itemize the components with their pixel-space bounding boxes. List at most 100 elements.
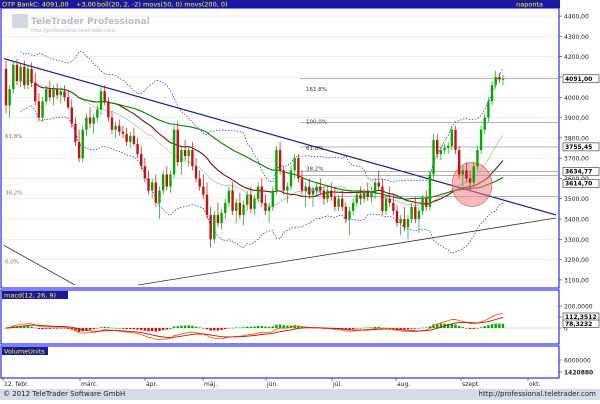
down-candle [414,206,417,220]
header-quote: C: 4091,00 [33,1,69,9]
down-candle [110,117,114,130]
down-candle [70,107,73,124]
macd-histogram-bar [253,326,256,328]
macd-histogram-bar [224,328,227,330]
macd-histogram-bar [392,328,395,329]
up-candle [85,117,88,130]
macd-histogram-bar [468,328,472,329]
volume-title: VolumeUnits [4,348,45,356]
macd-histogram-bar [227,327,231,329]
macd-histogram-bar [410,328,413,329]
macd-histogram-bar [187,325,190,328]
macd-histogram-bar [454,324,457,328]
macd-histogram-bar [351,328,355,330]
up-candle [187,150,190,157]
up-candle [220,212,223,224]
up-candle [432,139,435,175]
macd-histogram-bar [362,327,366,329]
down-candle [183,150,187,157]
down-candle [366,190,369,197]
up-candle [253,198,256,209]
up-candle [501,78,505,80]
macd-histogram-bar [231,327,234,329]
down-candle [125,133,128,142]
macd-histogram-bar [472,328,475,329]
macd-histogram-bar [88,328,92,330]
up-candle [476,150,479,167]
price-tick-label: 3900,00 [564,115,589,122]
macd-histogram-bar [198,327,201,328]
price-marker-label: 3614,70 [565,181,592,188]
macd-histogram-bar [180,325,183,328]
x-tick-label: ápr. [146,381,157,388]
up-candle [373,182,377,193]
macd-histogram-bar [103,326,106,328]
macd-axis: 200,0000100,00000112,351278,3232 [559,304,600,333]
down-candle [30,68,33,84]
macd-histogram-bar [172,326,176,328]
volume-axis: 6000000 1420880 [559,358,593,377]
down-candle [344,206,348,220]
macd-tick-label: 200,0000 [564,304,593,311]
up-candle [8,89,11,106]
down-candle [498,76,501,80]
up-candle [494,76,497,86]
up-candle [355,194,359,203]
macd-histogram-bar [425,327,428,328]
down-candle [278,150,282,171]
down-candle [341,198,344,207]
macd-histogram-bar [256,325,260,328]
footer: © 2012 TeleTrader Software GmbH http://p… [0,389,600,400]
macd-histogram-bar [136,328,139,330]
fib-label: 100,0% [306,120,327,126]
up-candle [242,204,245,215]
macd-histogram-bar [55,328,59,329]
macd-histogram-bar [129,328,132,330]
macd-histogram-bar [37,328,41,329]
left-fib-label: 38,2% [5,191,22,197]
down-candle [140,154,143,167]
macd-histogram-bar [278,324,282,328]
macd-histogram-bar [414,328,417,329]
up-candle [26,68,30,86]
up-candle [450,129,454,146]
macd-histogram-bar [483,326,486,328]
down-candle [436,139,439,155]
down-candle [249,194,253,209]
price-tick-label: 3500,00 [564,196,589,203]
macd-histogram-bar [125,328,128,330]
macd-histogram-bar [494,323,497,328]
macd-histogram-bar [59,328,63,329]
down-candle [330,190,333,197]
down-candle [465,170,468,179]
up-candle [256,186,260,199]
up-candle [483,117,486,130]
down-candle [264,202,267,211]
down-candle [381,186,384,211]
up-candle [362,190,366,199]
down-candle [238,202,242,215]
macd-histogram-bar [165,328,168,330]
up-candle [129,135,132,142]
chart-window: OTP Bank C: 4091,00 +3,00 boll(20, 2, -2… [0,0,600,400]
macd-histogram-bar [132,328,136,330]
up-candle [19,66,22,82]
x-tick-label: jún. [266,381,278,388]
up-candle [44,89,48,102]
down-candle [454,129,457,151]
x-tick-label: szept. [462,381,480,388]
down-candle [34,83,37,102]
up-candle [384,198,388,211]
down-candle [48,89,52,98]
up-candle [169,174,172,187]
macd-histogram-bar [154,328,158,332]
down-candle [154,182,158,203]
left-fib-label: 0,0% [5,260,19,266]
macd-histogram-bar [373,326,377,328]
up-candle [370,192,373,197]
down-candle [403,219,406,228]
down-candle [231,190,234,211]
macd-histogram-bar [399,328,402,330]
up-candle [172,129,176,175]
header-indicators: boll(20, 2, -2) movs(50, 0) movs(200, 0) [97,1,228,9]
